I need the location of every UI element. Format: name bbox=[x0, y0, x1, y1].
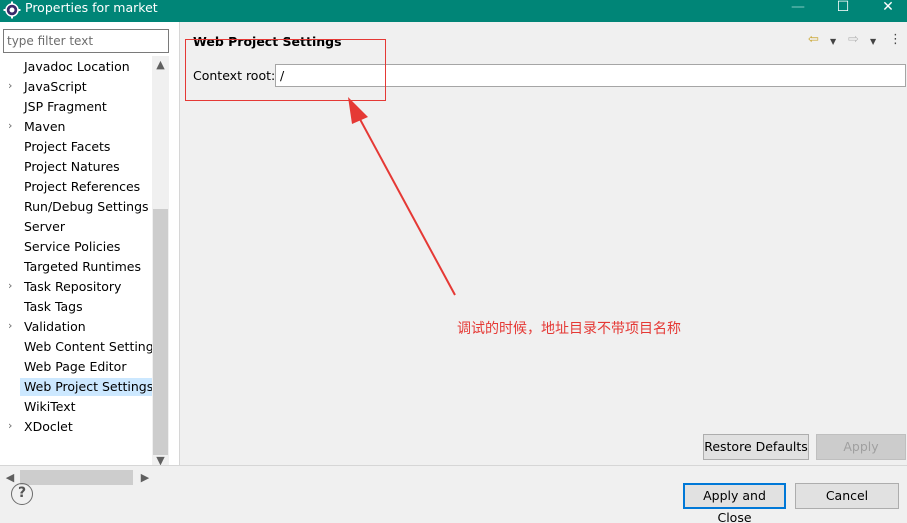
tree-item[interactable]: Web Content Settings bbox=[0, 336, 152, 356]
expand-chevron-icon[interactable]: › bbox=[8, 120, 18, 132]
tree-item[interactable]: Project Natures bbox=[0, 156, 152, 176]
tree-item-label: Task Repository bbox=[24, 279, 122, 294]
tree-item-label: Javadoc Location bbox=[24, 59, 130, 74]
tree-item-label: WikiText bbox=[24, 399, 76, 414]
tree-item-label: Maven bbox=[24, 119, 66, 134]
apply-and-close-button[interactable]: Apply and Close bbox=[683, 483, 786, 523]
scroll-thumb[interactable] bbox=[153, 209, 168, 455]
restore-defaults-button[interactable]: Restore Defaults bbox=[703, 434, 809, 460]
forward-menu-chevron-icon[interactable]: ▼ bbox=[870, 34, 876, 50]
annotation-arrow-icon bbox=[348, 97, 456, 296]
tree-item-label: Server bbox=[24, 219, 65, 234]
tree-item[interactable]: Service Policies bbox=[0, 236, 152, 256]
tree-item-label: Validation bbox=[24, 319, 86, 334]
tree-item-label: Web Content Settings bbox=[24, 339, 152, 354]
window-title: Properties for market bbox=[25, 0, 158, 15]
tree-item[interactable]: › XDoclet bbox=[0, 416, 152, 436]
pane-divider[interactable] bbox=[179, 22, 180, 465]
maximize-button[interactable]: ☐ bbox=[823, 0, 863, 16]
footer-divider bbox=[0, 465, 907, 466]
more-options-icon[interactable]: ⋮ bbox=[889, 32, 902, 48]
tree-item-label: Web Project Settings bbox=[20, 378, 152, 396]
category-tree: Javadoc Location › JavaScript JSP Fragment ›… bbox=[0, 56, 152, 456]
filter-input[interactable] bbox=[3, 29, 169, 53]
scroll-right-arrow-icon[interactable]: ▶ bbox=[138, 469, 152, 486]
tree-item-label: Web Page Editor bbox=[24, 359, 127, 374]
eclipse-gear-icon bbox=[3, 1, 21, 19]
annotation-text: 调试的时候，地址目录不带项目名称 bbox=[457, 321, 681, 337]
tree-item-label: Service Policies bbox=[24, 239, 121, 254]
back-menu-chevron-icon[interactable]: ▼ bbox=[830, 34, 836, 50]
tree-item[interactable]: › Maven bbox=[0, 116, 152, 136]
back-arrow-icon[interactable]: ⇦ bbox=[808, 32, 819, 48]
tree-item-label: JavaScript bbox=[24, 79, 87, 94]
tree-item-label: XDoclet bbox=[24, 419, 73, 434]
tree-item[interactable]: › Task Repository bbox=[0, 276, 152, 296]
tree-item[interactable]: Javadoc Location bbox=[0, 56, 152, 76]
scroll-down-arrow-icon[interactable]: ▼ bbox=[152, 452, 169, 469]
close-button[interactable]: ✕ bbox=[868, 0, 907, 16]
tree-item[interactable]: Run/Debug Settings bbox=[0, 196, 152, 216]
scroll-left-arrow-icon[interactable]: ◀ bbox=[3, 469, 17, 486]
cancel-button[interactable]: Cancel bbox=[795, 483, 899, 509]
tree-item-label: Project Natures bbox=[24, 159, 120, 174]
apply-button[interactable]: Apply bbox=[816, 434, 906, 460]
minimize-button[interactable]: — bbox=[778, 0, 818, 16]
tree-item[interactable]: Server bbox=[0, 216, 152, 236]
expand-chevron-icon[interactable]: › bbox=[8, 320, 18, 332]
tree-item-label: Project Facets bbox=[24, 139, 111, 154]
tree-item[interactable]: Project References bbox=[0, 176, 152, 196]
tree-vertical-scrollbar[interactable]: ▲ ▼ bbox=[152, 56, 169, 469]
expand-chevron-icon[interactable]: › bbox=[8, 420, 18, 432]
sidebar: Javadoc Location › JavaScript JSP Fragment ›… bbox=[0, 22, 179, 486]
tree-item-label: Run/Debug Settings bbox=[24, 199, 149, 214]
horizontal-scroll-thumb[interactable] bbox=[20, 470, 133, 485]
help-icon[interactable]: ? bbox=[11, 483, 33, 505]
tree-item[interactable]: Project Facets bbox=[0, 136, 152, 156]
tree-item-label: Project References bbox=[24, 179, 141, 194]
tree-item[interactable]: › JavaScript bbox=[0, 76, 152, 96]
tree-item[interactable]: › Validation bbox=[0, 316, 152, 336]
tree-item-label: Task Tags bbox=[24, 299, 83, 314]
scroll-up-arrow-icon[interactable]: ▲ bbox=[152, 56, 169, 73]
expand-chevron-icon[interactable]: › bbox=[8, 280, 18, 292]
tree-item[interactable]: Web Project Settings bbox=[0, 376, 152, 396]
tree-item[interactable]: JSP Fragment bbox=[0, 96, 152, 116]
tree-item-label: Targeted Runtimes bbox=[24, 259, 141, 274]
title-bar: Properties for market — ☐ ✕ bbox=[0, 0, 907, 22]
tree-item-label: JSP Fragment bbox=[24, 99, 107, 114]
tree-item[interactable]: Web Page Editor bbox=[0, 356, 152, 376]
forward-arrow-icon[interactable]: ⇨ bbox=[848, 32, 859, 48]
tree-item[interactable]: WikiText bbox=[0, 396, 152, 416]
tree-item[interactable]: Task Tags bbox=[0, 296, 152, 316]
tree-item[interactable]: Targeted Runtimes bbox=[0, 256, 152, 276]
expand-chevron-icon[interactable]: › bbox=[8, 80, 18, 92]
